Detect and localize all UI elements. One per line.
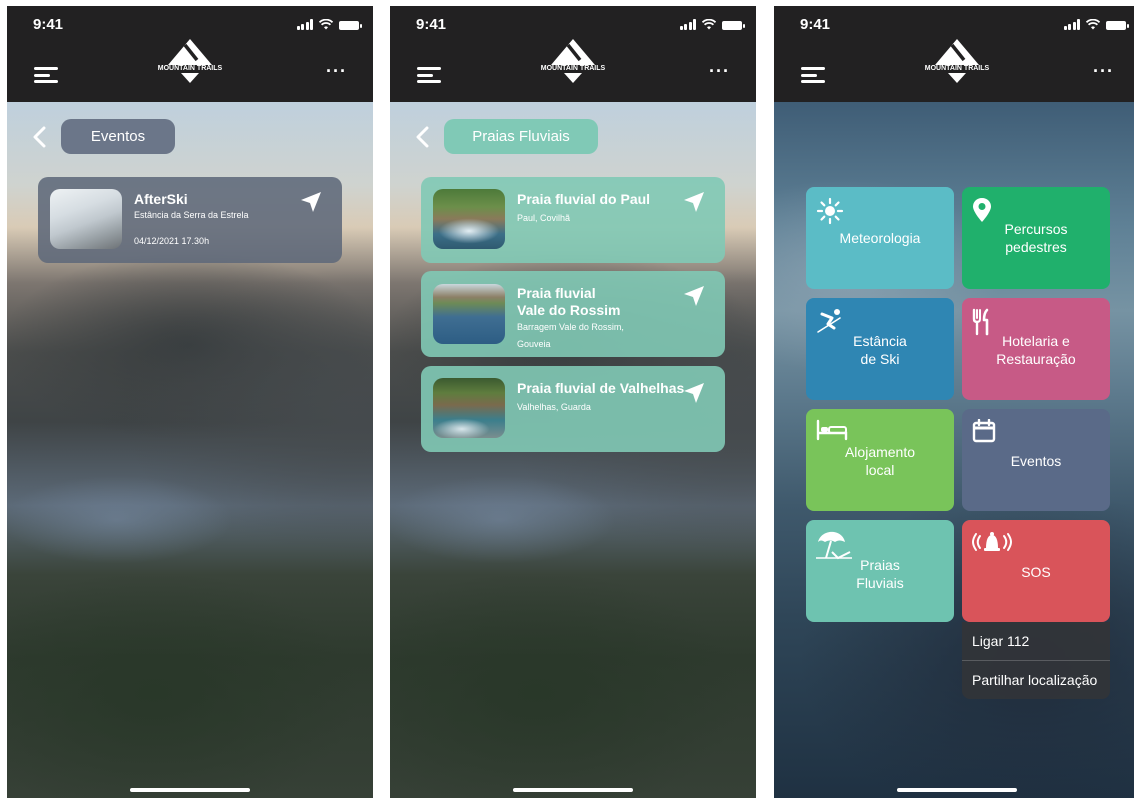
status-time: 9:41 <box>416 16 447 33</box>
wifi-icon <box>1086 19 1100 30</box>
tile-label-line1: Praias <box>860 557 900 573</box>
home-indicator <box>513 788 633 792</box>
sun-icon <box>816 197 844 225</box>
menu-icon[interactable] <box>801 67 825 83</box>
beach-location-line2: Gouveia <box>517 339 551 349</box>
beach-thumbnail <box>433 189 505 249</box>
beach-location: Valhelhas, Guarda <box>517 402 591 412</box>
event-location: Estância da Serra da Estrela <box>134 210 249 220</box>
tile-label-line2: Fluviais <box>856 575 904 591</box>
event-date: 04/12/2021 17.30h <box>134 236 210 246</box>
app-header: MOUNTAIN TRAILS ··· <box>774 39 1134 102</box>
signal-icon <box>1063 19 1080 30</box>
dropdown-triangle-icon <box>181 73 199 83</box>
event-thumbnail <box>50 189 122 249</box>
wifi-icon <box>319 19 333 30</box>
beach-thumbnail <box>433 378 505 438</box>
tile-percursos-pedestres[interactable]: Percursos pedestres <box>962 187 1110 289</box>
app-logo-text: MOUNTAIN TRAILS <box>924 65 990 72</box>
bed-icon <box>816 419 848 441</box>
tile-label-line1: Percursos <box>1004 221 1068 237</box>
app-logo[interactable]: MOUNTAIN TRAILS <box>533 36 613 96</box>
tile-label-line2: local <box>865 462 895 478</box>
home-indicator <box>130 788 250 792</box>
beach-title: Praia fluvial de Valhelhas <box>517 380 685 396</box>
alarm-bell-icon <box>972 532 1012 551</box>
beach-card-valhelhas[interactable]: Praia fluvial de Valhelhas Valhelhas, Gu… <box>421 366 725 452</box>
beach-thumbnail <box>433 284 505 344</box>
tile-label: Meteorologia <box>839 230 921 246</box>
mountain-logo-icon <box>551 39 595 65</box>
battery-icon <box>722 21 745 30</box>
home-indicator <box>897 788 1017 792</box>
app-logo-text: MOUNTAIN TRAILS <box>540 65 606 72</box>
tile-praias-fluviais[interactable]: Praias Fluviais <box>806 520 954 622</box>
phone-screen-eventos: 9:41 MOUNTAIN TRAILS ··· Eventos AfterSk… <box>7 6 373 798</box>
tile-label-line1: Alojamento <box>844 444 916 460</box>
tile-label-line2: Restauração <box>996 351 1076 367</box>
beach-title: Praia fluvial do Paul <box>517 191 651 207</box>
tile-label-line2: pedestres <box>1005 239 1067 255</box>
battery-icon <box>1106 21 1129 30</box>
navigation-arrow-icon[interactable] <box>683 191 705 213</box>
status-time: 9:41 <box>33 16 64 33</box>
app-logo-text: MOUNTAIN TRAILS <box>157 65 223 72</box>
beach-card-vale-do-rossim[interactable]: Praia fluvial Vale do Rossim Barragem Va… <box>421 271 725 357</box>
section-title-pill: Eventos <box>61 119 175 154</box>
event-title: AfterSki <box>134 191 188 207</box>
sos-menu-item-share-location[interactable]: Partilhar localização <box>962 660 1110 699</box>
tile-label: Eventos <box>1010 453 1062 469</box>
more-options-icon[interactable]: ··· <box>326 62 347 80</box>
beach-location: Paul, Covilhã <box>517 213 571 223</box>
beach-location-line1: Barragem Vale do Rossim, <box>517 322 624 332</box>
mountain-logo-icon <box>935 39 979 65</box>
more-options-icon[interactable]: ··· <box>1093 62 1114 80</box>
app-header: MOUNTAIN TRAILS ··· <box>7 39 373 102</box>
beach-title-line2: Vale do Rossim <box>517 302 621 318</box>
calendar-icon <box>972 419 996 443</box>
app-logo[interactable]: MOUNTAIN TRAILS <box>150 36 230 96</box>
wifi-icon <box>702 19 716 30</box>
tile-sos[interactable]: SOS <box>962 520 1110 622</box>
tile-eventos[interactable]: Eventos <box>962 409 1110 511</box>
back-chevron-icon[interactable] <box>31 126 49 148</box>
tile-estancia-de-ski[interactable]: Estância de Ski <box>806 298 954 400</box>
app-header: MOUNTAIN TRAILS ··· <box>390 39 756 102</box>
signal-icon <box>679 19 696 30</box>
signal-icon <box>296 19 313 30</box>
tile-label-line1: Estância <box>853 333 907 349</box>
navigation-arrow-icon[interactable] <box>683 285 705 307</box>
tile-label-line2: de Ski <box>860 351 900 367</box>
tile-alojamento-local[interactable]: Alojamento local <box>806 409 954 511</box>
tile-meteorologia[interactable]: Meteorologia <box>806 187 954 289</box>
event-card-afterski[interactable]: AfterSki Estância da Serra da Estrela 04… <box>38 177 342 263</box>
phone-screen-praias-fluviais: 9:41 MOUNTAIN TRAILS ··· Praias Fluviais… <box>390 6 756 798</box>
menu-icon[interactable] <box>34 67 58 83</box>
tile-label-line1: Hotelaria e <box>1002 333 1070 349</box>
navigation-arrow-icon[interactable] <box>683 382 705 404</box>
sos-menu-item-call-112[interactable]: Ligar 112 <box>962 622 1110 660</box>
back-chevron-icon[interactable] <box>414 126 432 148</box>
sos-dropdown-menu: Ligar 112 Partilhar localização <box>962 622 1110 699</box>
battery-icon <box>339 21 362 30</box>
beach-title-line1: Praia fluvial <box>517 285 596 301</box>
section-title-pill: Praias Fluviais <box>444 119 598 154</box>
tile-label: SOS <box>1021 564 1051 580</box>
app-logo[interactable]: MOUNTAIN TRAILS <box>917 36 997 96</box>
status-time: 9:41 <box>800 16 831 33</box>
phone-screen-main-menu: 9:41 MOUNTAIN TRAILS ··· Meteorologia Pe… <box>774 6 1134 798</box>
dropdown-triangle-icon <box>564 73 582 83</box>
more-options-icon[interactable]: ··· <box>709 62 730 80</box>
navigation-arrow-icon[interactable] <box>300 191 322 213</box>
mountain-logo-icon <box>168 39 212 65</box>
tile-hotelaria-restauracao[interactable]: Hotelaria e Restauração <box>962 298 1110 400</box>
menu-icon[interactable] <box>417 67 441 83</box>
beach-card-paul[interactable]: Praia fluvial do Paul Paul, Covilhã <box>421 177 725 263</box>
dropdown-triangle-icon <box>948 73 966 83</box>
